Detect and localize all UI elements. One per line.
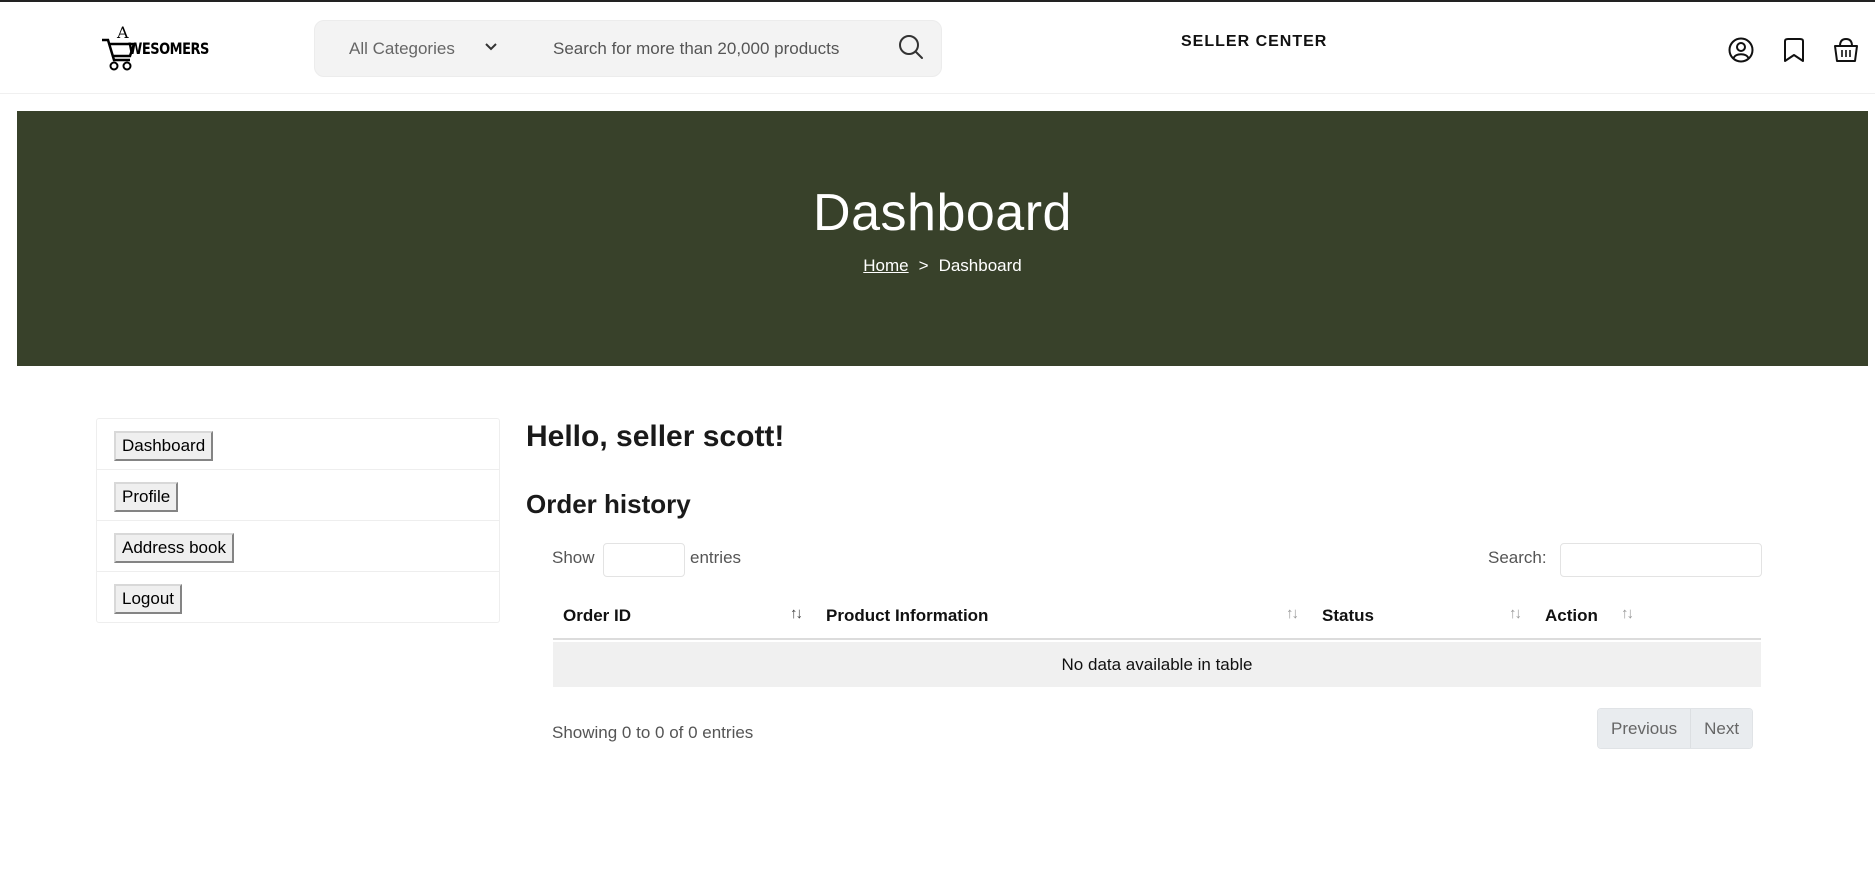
sort-icon[interactable]: ↑↓	[1509, 605, 1522, 622]
show-label: Show	[552, 548, 595, 567]
basket-icon[interactable]	[1832, 36, 1860, 64]
search-bar: All Categories Search for more than 20,0…	[314, 20, 942, 77]
dashboard-button[interactable]: Dashboard	[114, 431, 214, 461]
address-book-button[interactable]: Address book	[114, 533, 234, 563]
sidebar-item-logout: Logout	[97, 572, 499, 623]
pagination: Previous Next	[1597, 708, 1754, 749]
account-sidebar: Dashboard Profile Address book Logout	[96, 418, 500, 623]
page-banner: Dashboard Home > Dashboard	[17, 111, 1868, 366]
table-header-divider	[553, 638, 1761, 640]
user-icon[interactable]	[1727, 36, 1755, 64]
sidebar-item-address-book: Address book	[97, 521, 499, 572]
entries-label: entries	[690, 548, 742, 567]
greeting-heading: Hello, seller scott!	[526, 420, 785, 453]
entries-per-page-select[interactable]	[603, 543, 685, 577]
logo[interactable]: A WESOMERS	[100, 24, 218, 72]
seller-center-link[interactable]: SELLER CENTER	[1181, 33, 1327, 51]
profile-button[interactable]: Profile	[114, 482, 179, 512]
table-search-input[interactable]	[1560, 543, 1762, 577]
sidebar-item-profile: Profile	[97, 470, 499, 521]
logo-text: WESOMERS	[128, 40, 209, 59]
table-info: Showing 0 to 0 of 0 entries	[552, 723, 754, 742]
next-page-button[interactable]: Next	[1690, 709, 1753, 748]
category-select[interactable]: All Categories	[349, 39, 455, 59]
breadcrumb: Home > Dashboard	[17, 256, 1868, 276]
sort-icon[interactable]: ↑↓	[1286, 605, 1299, 622]
page-title: Dashboard	[813, 184, 1072, 242]
breadcrumb-home-link[interactable]: Home	[863, 256, 908, 275]
search-icon[interactable]	[897, 33, 925, 61]
sort-icon[interactable]: ↑↓	[1621, 605, 1634, 622]
column-header-action[interactable]: Action	[1545, 606, 1598, 626]
table-empty-row: No data available in table	[553, 642, 1761, 687]
column-header-order-id[interactable]: Order ID	[563, 606, 631, 626]
previous-page-button[interactable]: Previous	[1598, 709, 1691, 748]
table-search-label: Search:	[1488, 548, 1547, 567]
breadcrumb-current: Dashboard	[938, 256, 1022, 275]
sidebar-item-dashboard: Dashboard	[97, 419, 499, 470]
sort-icon[interactable]: ↑↓	[790, 605, 803, 622]
column-header-product-information[interactable]: Product Information	[826, 606, 988, 626]
search-input[interactable]: Search for more than 20,000 products	[553, 39, 839, 59]
breadcrumb-separator: >	[918, 256, 929, 275]
site-header: A WESOMERS All Categories Search for mor…	[0, 2, 1875, 94]
column-header-status[interactable]: Status	[1322, 606, 1374, 626]
order-history-heading: Order history	[526, 489, 691, 519]
chevron-down-icon[interactable]	[483, 39, 499, 55]
logout-button[interactable]: Logout	[114, 584, 182, 614]
bookmark-icon[interactable]	[1780, 36, 1808, 64]
